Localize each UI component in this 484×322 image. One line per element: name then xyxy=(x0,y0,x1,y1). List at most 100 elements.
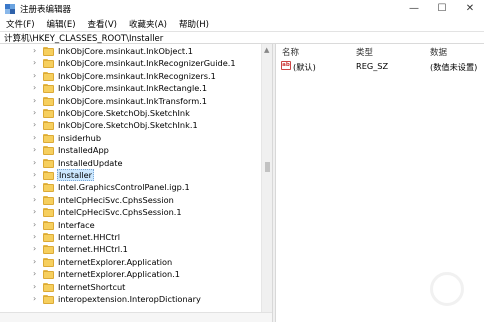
chevron-right-icon[interactable]: › xyxy=(33,71,41,80)
tree-item-label: Intel.GraphicsControlPanel.igp.1 xyxy=(58,182,190,193)
scroll-thumb[interactable] xyxy=(265,162,270,172)
registry-editor-icon xyxy=(5,3,15,14)
folder-icon xyxy=(43,146,54,156)
tree-item-label: IntelCpHeciSvc.CphsSession xyxy=(58,194,174,205)
folder-icon xyxy=(43,282,54,292)
tree-item[interactable]: › InkObjCore.msinkaut.InkRectangle.1 xyxy=(0,82,260,94)
address-path[interactable]: 计算机\HKEY_CLASSES_ROOT\Installer xyxy=(4,32,163,44)
tree-item-label: InkObjCore.msinkaut.InkRectangle.1 xyxy=(58,83,208,94)
menu-view[interactable]: 查看(V) xyxy=(88,18,117,30)
tree-scrollbar[interactable]: ▲ xyxy=(261,44,272,322)
tree-item[interactable]: › insiderhub xyxy=(0,132,260,144)
chevron-right-icon[interactable]: › xyxy=(33,257,41,266)
tree-item-label: InkObjCore.msinkaut.InkTransform.1 xyxy=(58,95,208,106)
chevron-right-icon[interactable]: › xyxy=(33,171,41,179)
chevron-right-icon[interactable]: › xyxy=(33,282,41,291)
tree-item-label: InstalledUpdate xyxy=(58,157,123,168)
menu-help[interactable]: 帮助(H) xyxy=(179,18,209,30)
window-title: 注册表编辑器 xyxy=(20,4,72,15)
tree-item[interactable]: › InstalledApp xyxy=(0,144,260,156)
folder-icon xyxy=(43,158,54,168)
tree-item-label: InkObjCore.SketchObj.SketchInk xyxy=(58,108,190,118)
tree-item[interactable]: › InkObjCore.msinkaut.InkObject.1 xyxy=(0,45,260,57)
chevron-right-icon[interactable]: › xyxy=(33,220,41,229)
chevron-right-icon[interactable]: › xyxy=(33,133,41,142)
close-button[interactable]: ✕ xyxy=(456,0,484,17)
folder-icon xyxy=(43,84,54,94)
tree-item[interactable]: › Interface xyxy=(0,219,260,231)
tree-bottom-edge xyxy=(0,312,272,322)
chevron-right-icon[interactable]: › xyxy=(33,233,41,241)
tree-item-label: insiderhub xyxy=(58,132,102,143)
tree-item[interactable]: › InstalledUpdate xyxy=(0,157,260,169)
chevron-right-icon[interactable]: › xyxy=(33,96,41,105)
tree-item-label: interopextension.InteropDictionary xyxy=(58,294,201,304)
maximize-button[interactable]: ☐ xyxy=(428,0,456,17)
chevron-right-icon[interactable]: › xyxy=(33,59,41,67)
tree-item[interactable]: › interopextension.InteropDictionary xyxy=(0,293,260,305)
tree-item[interactable]: › InkObjCore.SketchObj.SketchInk.1 xyxy=(0,119,260,131)
menu-file[interactable]: 文件(F) xyxy=(6,18,35,30)
menu-edit[interactable]: 编辑(E) xyxy=(47,18,76,30)
column-header-name[interactable]: 名称 xyxy=(282,46,299,58)
tree-item[interactable]: › InkObjCore.msinkaut.InkRecognizerGuide.… xyxy=(0,57,260,69)
folder-icon xyxy=(43,183,54,193)
tree-item[interactable]: › Internet.HHCtrl xyxy=(0,231,260,243)
tree-item-label: InkObjCore.msinkaut.InkObject.1 xyxy=(58,46,193,56)
tree-item-label: InkObjCore.SketchObj.SketchInk.1 xyxy=(58,120,198,131)
chevron-right-icon[interactable]: › xyxy=(33,245,41,253)
chevron-right-icon[interactable]: › xyxy=(33,84,41,92)
tree-item[interactable]: › InkObjCore.msinkaut.InkRecognizers.1 xyxy=(0,70,260,82)
folder-icon xyxy=(43,245,54,255)
column-header-type[interactable]: 类型 xyxy=(356,46,373,58)
folder-icon xyxy=(43,171,54,180)
tree-item-label: Interface xyxy=(58,219,95,230)
chevron-right-icon[interactable]: › xyxy=(33,183,41,191)
value-data: (数值未设置) xyxy=(430,62,478,72)
tree-item-label: Internet.HHCtrl.1 xyxy=(58,244,128,255)
tree-item[interactable]: › InternetShortcut xyxy=(0,281,260,293)
scroll-up-icon[interactable]: ▲ xyxy=(264,46,269,54)
tree-item[interactable]: › InkObjCore.SketchObj.SketchInk xyxy=(0,107,260,119)
folder-icon xyxy=(43,71,54,81)
tree-item-label: InstalledApp xyxy=(58,145,109,156)
chevron-right-icon[interactable]: › xyxy=(33,121,41,129)
chevron-right-icon[interactable]: › xyxy=(33,47,41,55)
value-row[interactable]: ab (默认) REG_SZ (数值未设置) xyxy=(276,60,484,72)
tree-item-label: InkObjCore.msinkaut.InkRecognizerGuide.1 xyxy=(58,58,236,69)
value-type: REG_SZ xyxy=(356,61,389,71)
watermark-logo xyxy=(400,270,470,310)
chevron-right-icon[interactable]: › xyxy=(33,158,41,167)
chevron-right-icon[interactable]: › xyxy=(33,195,41,204)
minimize-button[interactable]: — xyxy=(400,0,428,17)
folder-icon xyxy=(43,109,54,118)
tree-item-label: Installer xyxy=(57,169,95,181)
tree-item[interactable]: › IntelCpHeciSvc.CphsSession.1 xyxy=(0,206,260,218)
address-bar[interactable]: 计算机\HKEY_CLASSES_ROOT\Installer xyxy=(0,31,484,44)
folder-icon xyxy=(43,195,54,205)
chevron-right-icon[interactable]: › xyxy=(33,208,41,216)
tree-item-label: InkObjCore.msinkaut.InkRecognizers.1 xyxy=(58,70,216,81)
menu-bar: 文件(F) 编辑(E) 查看(V) 收藏夹(A) 帮助(H) xyxy=(0,17,484,31)
chevron-right-icon[interactable]: › xyxy=(33,109,41,117)
chevron-right-icon[interactable]: › xyxy=(33,295,41,303)
key-tree: › InkObjCore.msinkaut.InkObject.1 › InkObjC… xyxy=(0,44,272,322)
column-header-data[interactable]: 数据 xyxy=(430,46,447,58)
value-name: (默认) xyxy=(293,62,316,72)
chevron-right-icon[interactable]: › xyxy=(33,270,41,278)
menu-favorites[interactable]: 收藏夹(A) xyxy=(129,18,167,30)
tree-item[interactable]: › IntelCpHeciSvc.CphsSession xyxy=(0,194,260,206)
folder-icon xyxy=(43,233,54,242)
tree-item[interactable]: › InternetExplorer.Application.1 xyxy=(0,268,260,280)
chevron-right-icon[interactable]: › xyxy=(33,146,41,154)
tree-item[interactable]: › Intel.GraphicsControlPanel.igp.1 xyxy=(0,181,260,193)
tree-item-label: InternetShortcut xyxy=(58,281,126,292)
folder-icon xyxy=(43,270,54,280)
tree-item[interactable]: › Installer xyxy=(0,169,260,181)
tree-item[interactable]: › Internet.HHCtrl.1 xyxy=(0,243,260,255)
folder-icon xyxy=(43,47,54,56)
tree-item[interactable]: › InkObjCore.msinkaut.InkTransform.1 xyxy=(0,95,260,107)
folder-icon xyxy=(43,96,54,106)
tree-item[interactable]: › InternetExplorer.Application xyxy=(0,256,260,268)
folder-icon xyxy=(43,220,54,230)
